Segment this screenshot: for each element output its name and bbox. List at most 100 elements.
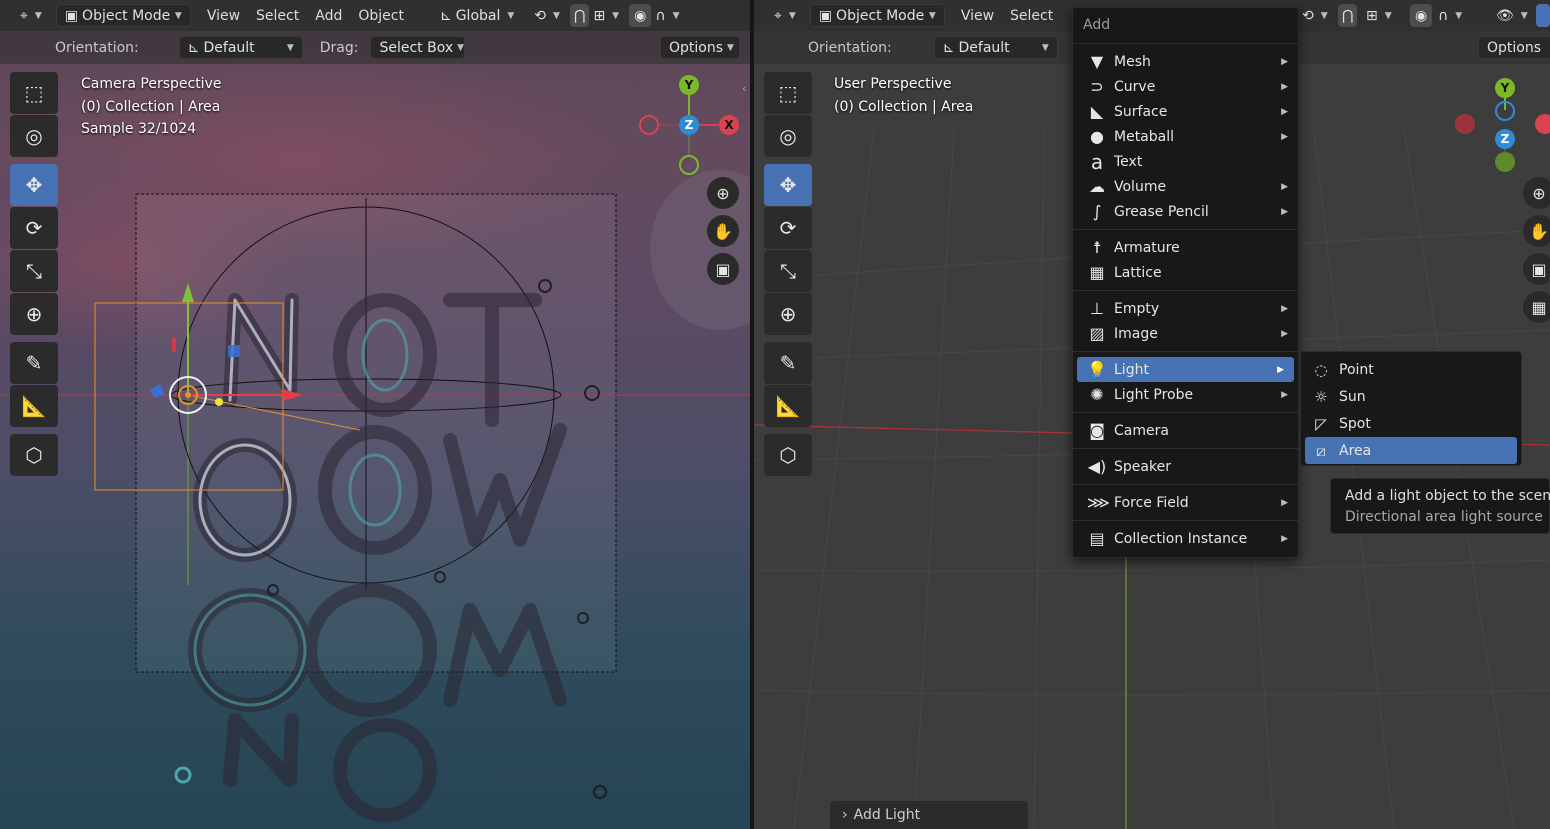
submenu-item-area[interactable]: ⧄ Area	[1305, 437, 1517, 464]
transform-tool[interactable]: ⊕	[10, 293, 58, 335]
cursor-tool[interactable]: ◎	[764, 115, 812, 157]
menu-view[interactable]: View	[199, 8, 248, 24]
rotate-tool[interactable]: ⟳	[10, 207, 58, 249]
gizmo-z-axis[interactable]: Z	[1495, 129, 1515, 149]
submenu-item-spot[interactable]: ◸ Spot	[1301, 410, 1521, 437]
gizmo-neg-z-axis[interactable]	[1495, 101, 1515, 121]
pivot-icon: ⟲	[534, 7, 547, 24]
drag-dropdown[interactable]: Select Box ▼	[370, 36, 466, 59]
editor-type-button[interactable]: ⌖ ▼	[766, 4, 804, 27]
menu-item-surface[interactable]: ◣ Surface ▶	[1073, 99, 1298, 124]
transform-orientation-dropdown[interactable]: ⊾ Global ▼	[432, 4, 522, 27]
measure-ruler-icon: 📐	[21, 394, 47, 418]
sidebar-toggle-icon[interactable]: ‹	[742, 82, 746, 95]
measure-tool[interactable]: 📐	[10, 385, 58, 427]
menu-item-curve[interactable]: ⊃ Curve ▶	[1073, 74, 1298, 99]
menu-item-speaker[interactable]: ◀) Speaker	[1073, 454, 1298, 479]
gizmo-z-axis[interactable]: Z	[679, 115, 699, 135]
proportional-editing-toggle[interactable]: ◉	[629, 4, 652, 27]
falloff-dropdown[interactable]: ∩ ▼	[1434, 4, 1466, 27]
camera-view-button[interactable]: ▣	[707, 253, 739, 285]
menu-item-volume[interactable]: ☁ Volume ▶	[1073, 174, 1298, 199]
move-tool[interactable]: ✥	[764, 164, 812, 206]
submenu-item-sun[interactable]: ☼ Sun	[1301, 383, 1521, 410]
image-icon: ▨	[1089, 324, 1105, 343]
annotate-tool[interactable]: ✎	[764, 342, 812, 384]
light-submenu: ◌ Point ☼ Sun ◸ Spot ⧄ Area	[1300, 351, 1522, 466]
menu-item-armature[interactable]: ☨ Armature	[1073, 235, 1298, 260]
last-operator-panel[interactable]: › Add Light	[830, 801, 1028, 829]
menu-item-light[interactable]: 💡 Light ▶	[1077, 357, 1294, 382]
menu-item-collection-instance[interactable]: ▤ Collection Instance ▶	[1073, 526, 1298, 551]
options-dropdown[interactable]: Options ▼	[660, 36, 740, 59]
snap-target-dropdown[interactable]: ⊞ ▼	[589, 4, 623, 27]
menu-item-camera[interactable]: ◙ Camera	[1073, 418, 1298, 443]
camera-icon: ▣	[1531, 259, 1547, 279]
mode-dropdown[interactable]: ▣ Object Mode ▼	[809, 4, 945, 27]
gizmo-neg-x-axis[interactable]	[1455, 114, 1475, 134]
menu-item-lattice[interactable]: ▦ Lattice	[1073, 260, 1298, 285]
proportional-editing-toggle[interactable]: ◉	[1410, 4, 1433, 27]
measure-tool[interactable]: 📐	[764, 385, 812, 427]
gizmo-x-axis[interactable]: X	[719, 115, 739, 135]
menu-item-grease-pencil[interactable]: ∫ Grease Pencil ▶	[1073, 199, 1298, 224]
gizmo-x-axis[interactable]	[1535, 114, 1550, 134]
menu-object[interactable]: Object	[350, 8, 412, 24]
move-icon: ✥	[25, 173, 43, 197]
add-cube-icon: ⬡	[779, 443, 797, 467]
select-box-tool[interactable]: ⬚	[764, 72, 812, 114]
menu-item-empty[interactable]: ⊥ Empty ▶	[1073, 296, 1298, 321]
visibility-dropdown[interactable]: 👁 ▼	[1492, 4, 1532, 27]
pivot-point-dropdown[interactable]: ⟲ ▼	[1294, 4, 1336, 27]
menu-item-label: Volume	[1114, 178, 1167, 195]
tooltip-description: Directional area light source	[1345, 509, 1543, 525]
menu-item-mesh[interactable]: ▼ Mesh ▶	[1073, 49, 1298, 74]
editor-type-icon: ⌖	[774, 7, 782, 24]
menu-item-image[interactable]: ▨ Image ▶	[1073, 321, 1298, 346]
snap-toggle[interactable]: ⋂	[1338, 4, 1358, 27]
gizmo-y-axis[interactable]: Y	[1495, 78, 1515, 98]
chevron-down-icon: ▼	[928, 10, 936, 21]
add-cube-tool[interactable]: ⬡	[10, 434, 58, 476]
gizmo-neg-y-axis[interactable]	[1495, 152, 1515, 172]
menu-item-metaball[interactable]: ● Metaball ▶	[1073, 124, 1298, 149]
scale-tool[interactable]: ⤡	[10, 250, 58, 292]
camera-view-button[interactable]: ▣	[1523, 253, 1550, 285]
zoom-button[interactable]: ⊕	[1523, 177, 1550, 209]
orientation-dropdown[interactable]: ⊾ Default ▼	[933, 36, 1058, 59]
transform-tool[interactable]: ⊕	[764, 293, 812, 335]
falloff-dropdown[interactable]: ∩ ▼	[651, 4, 683, 27]
gizmo-neg-y-axis[interactable]	[679, 155, 699, 175]
menu-add[interactable]: Add	[307, 8, 350, 24]
menu-item-force-field[interactable]: ⋙ Force Field ▶	[1073, 490, 1298, 515]
left-viewport[interactable]: ⌖ ▼ ▣ Object Mode ▼ View Select Add Objec…	[0, 0, 750, 829]
pivot-point-dropdown[interactable]: ⟲ ▼	[526, 4, 568, 27]
snap-target-dropdown[interactable]: ⊞ ▼	[1362, 4, 1396, 27]
options-dropdown[interactable]: Options	[1478, 36, 1550, 59]
snap-toggle[interactable]: ⋂	[569, 4, 590, 27]
ortho-toggle-button[interactable]: ▦	[1523, 291, 1550, 323]
pan-button[interactable]: ✋	[1523, 215, 1550, 247]
gizmo-neg-x-axis[interactable]	[639, 115, 659, 135]
add-cube-tool[interactable]: ⬡	[764, 434, 812, 476]
menu-item-text[interactable]: a Text	[1073, 149, 1298, 174]
zoom-button[interactable]: ⊕	[707, 177, 739, 209]
select-box-tool[interactable]: ⬚	[10, 72, 58, 114]
gizmo-y-axis[interactable]: Y	[679, 75, 699, 95]
menu-item-light-probe[interactable]: ✺ Light Probe ▶	[1073, 382, 1298, 407]
move-tool[interactable]: ✥	[10, 164, 58, 206]
last-operator-label: Add Light	[853, 807, 921, 823]
editor-type-button[interactable]: ⌖ ▼	[12, 4, 50, 27]
scale-tool[interactable]: ⤡	[764, 250, 812, 292]
annotate-tool[interactable]: ✎	[10, 342, 58, 384]
cursor-tool[interactable]: ◎	[10, 115, 58, 157]
menu-select[interactable]: Select	[1002, 8, 1061, 24]
orientation-dropdown[interactable]: ⊾ Default ▼	[178, 36, 303, 59]
submenu-item-point[interactable]: ◌ Point	[1301, 356, 1521, 383]
mode-dropdown[interactable]: ▣ Object Mode ▼	[55, 4, 191, 27]
rotate-tool[interactable]: ⟳	[764, 207, 812, 249]
menu-select[interactable]: Select	[248, 8, 307, 24]
menu-view[interactable]: View	[953, 8, 1002, 24]
gizmo-toggle[interactable]	[1536, 4, 1550, 27]
pan-button[interactable]: ✋	[707, 215, 739, 247]
